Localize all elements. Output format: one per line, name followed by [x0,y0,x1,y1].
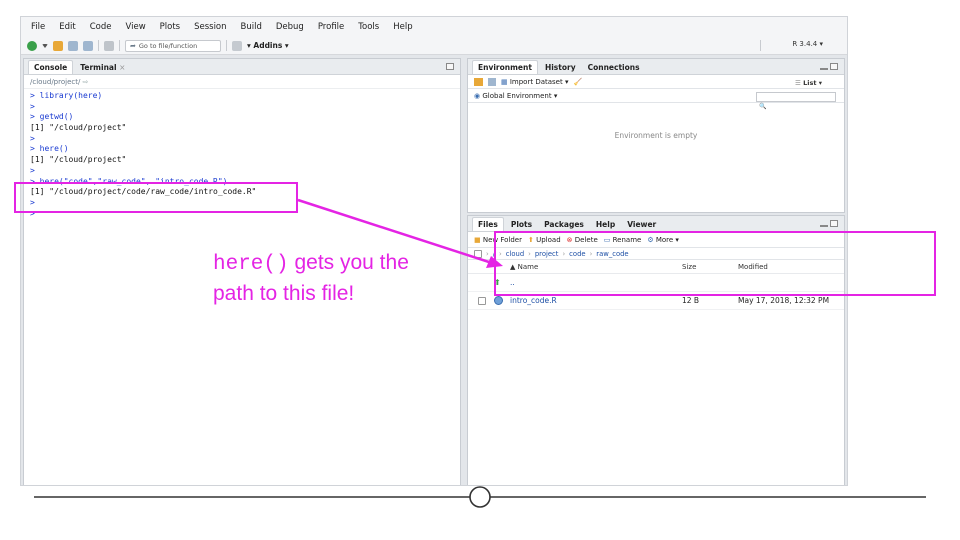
goto-file-input[interactable]: ➦ Go to file/function [125,39,221,52]
file-highlight-box [494,231,936,296]
tab-files[interactable]: Files [472,217,504,231]
maximize-icon[interactable] [830,220,838,227]
files-window-controls [820,220,838,227]
annotation-text-line2: path to this file! [213,282,355,305]
menu-build[interactable]: Build [241,22,262,32]
tab-plots[interactable]: Plots [506,218,537,231]
save-workspace-icon[interactable] [488,77,496,86]
broom-icon[interactable]: 🧹 [573,78,582,86]
menu-profile[interactable]: Profile [318,22,344,32]
breadcrumb-separator: › [486,249,489,258]
menu-tools[interactable]: Tools [358,22,379,32]
tab-environment[interactable]: Environment [472,60,538,74]
menu-view[interactable]: View [125,22,145,32]
r-version-menu[interactable]: R 3.4.4 ▾ [792,40,823,48]
tab-help[interactable]: Help [591,218,620,231]
environment-search-input[interactable]: 🔍 [756,92,836,110]
toolbar-divider [226,40,227,51]
console-input-line: > here() [30,144,69,154]
new-file-icon[interactable] [27,40,37,51]
toolbar-divider [760,40,761,51]
annotation-text: here() gets you the path to this file! [213,248,463,308]
save-all-icon[interactable] [83,40,93,51]
tab-packages[interactable]: Packages [539,218,589,231]
save-icon[interactable] [68,40,78,51]
console-tabs: Console Terminal × [24,59,460,75]
list-view-button[interactable]: ☰ List ▾ [795,79,822,87]
menu-debug[interactable]: Debug [276,22,304,32]
console-output-line: [1] "/cloud/project" [30,155,127,165]
global-env-button[interactable]: ◉ Global Environment ▾ [474,92,557,100]
goto-placeholder: Go to file/function [138,41,198,50]
dropdown-icon[interactable] [42,43,48,48]
print-icon[interactable] [104,40,114,51]
file-size: 12 B [682,296,700,305]
console-output-line: [1] "/cloud/project" [30,123,127,133]
tab-history[interactable]: History [540,61,581,74]
file-modified: May 17, 2018, 12:32 PM [738,296,830,305]
r-env-icon: ◉ [474,91,481,100]
console-input-line: > [30,133,35,143]
console-input-line: > library(here) [30,91,103,100]
menu-edit[interactable]: Edit [59,22,75,32]
minimize-icon[interactable] [820,220,828,227]
console-input-line: > [30,165,35,175]
menu-help[interactable]: Help [393,22,412,32]
toolbar-divider [119,40,120,51]
menu-bar: File Edit Code View Plots Session Build Debug Pr… [21,17,847,37]
environment-empty-message: Environment is empty [614,131,698,140]
tab-console[interactable]: Console [28,60,74,74]
load-workspace-icon[interactable] [474,77,483,86]
environment-toolbar: ▦ Import Dataset ▾ 🧹 [468,75,844,89]
search-icon: 🔍 [759,103,767,110]
toolbar-divider [98,40,99,51]
arrow-right-icon: ⇨ [82,78,89,86]
row-checkbox[interactable] [478,296,486,305]
tab-connections[interactable]: Connections [583,61,645,74]
close-icon[interactable]: × [119,63,125,72]
annotation-code: here() [213,253,289,276]
file-name-link[interactable]: intro_code.R [510,296,557,305]
annotation-text-line1: gets you the [288,251,409,274]
r-file-icon [494,296,503,305]
open-project-icon[interactable] [53,40,63,51]
menu-plots[interactable]: Plots [160,22,180,32]
console-working-dir[interactable]: /cloud/project/ ⇨ [24,75,460,89]
menu-code[interactable]: Code [90,22,112,32]
addins-menu[interactable]: ▾ Addins ▾ [247,41,289,50]
console-input-line: > [30,101,35,111]
environment-pane: Environment History Connections ▦ Import… [467,58,845,213]
menu-session[interactable]: Session [194,22,226,32]
environment-tabs: Environment History Connections [468,59,844,75]
goto-arrow-icon: ➦ [130,41,136,50]
tab-viewer[interactable]: Viewer [622,218,661,231]
console-window-controls [446,63,454,70]
folder-icon: ■ [474,235,481,244]
table-icon: ▦ [501,77,508,86]
minimize-icon[interactable] [820,63,828,70]
console-input-line: > getwd() [30,112,74,122]
list-icon: ☰ [795,79,801,87]
progress-knob [469,486,491,508]
maximize-icon[interactable] [446,63,454,70]
grid-layout-icon[interactable] [232,40,242,51]
environment-window-controls [820,63,838,70]
maximize-icon[interactable] [830,63,838,70]
menu-file[interactable]: File [31,22,45,32]
select-all-checkbox[interactable] [474,249,482,258]
tab-terminal[interactable]: Terminal × [75,61,130,74]
files-tabs: Files Plots Packages Help Viewer [468,216,844,232]
main-toolbar: ➦ Go to file/function ▾ Addins ▾ [21,37,847,55]
import-dataset-button[interactable]: ▦ Import Dataset ▾ [501,78,568,86]
console-highlight-box [14,182,298,213]
